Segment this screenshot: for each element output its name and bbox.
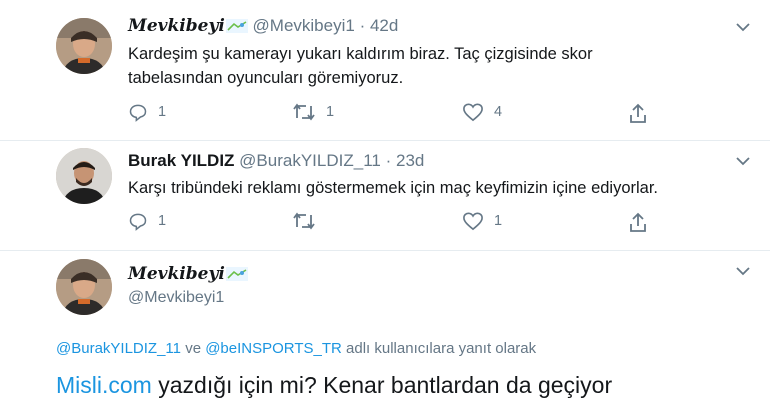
tweet-header: Mevkibeyi @Mevkibeyi1 · 42d bbox=[128, 16, 398, 38]
replying-to: @BurakYILDIZ_11 ve @beINSPORTS_TR adlı k… bbox=[56, 340, 536, 357]
avatar[interactable] bbox=[56, 148, 112, 204]
display-name[interactable]: Mevkibeyi bbox=[128, 264, 225, 284]
share-icon bbox=[630, 103, 646, 123]
tweet-text: yazdığı için mi? Kenar bantlardan da geç… bbox=[158, 372, 613, 398]
display-name[interactable]: Burak YILDIZ bbox=[128, 151, 234, 170]
like-button[interactable]: 1 bbox=[462, 211, 502, 231]
tweet-2[interactable]: Burak YILDIZ @BurakYILDIZ_11 · 23d Karşı… bbox=[0, 141, 770, 251]
tweet-text-line: Karşı tribündeki reklamı göstermemek içi… bbox=[128, 179, 659, 197]
reply-suffix: adlı kullanıcılara yanıt olarak bbox=[346, 340, 537, 357]
tweet-link[interactable]: Misli.com bbox=[56, 372, 152, 398]
timestamp[interactable]: 42d bbox=[370, 16, 398, 35]
chevron-down-icon[interactable] bbox=[736, 266, 750, 276]
separator-dot: · bbox=[385, 151, 392, 170]
handle[interactable]: @Mevkibeyi1 bbox=[253, 16, 355, 35]
tweet-text-line: Kardeşim şu kamerayı yukarı kaldırım bir… bbox=[128, 45, 593, 63]
timestamp[interactable]: 23d bbox=[396, 151, 424, 170]
chevron-down-icon[interactable] bbox=[736, 156, 750, 166]
tweet-text-line: tabelasından oyuncuları göremiyoruz. bbox=[128, 69, 404, 87]
reply-count: 1 bbox=[158, 104, 167, 120]
retweet-icon bbox=[293, 103, 315, 121]
like-button[interactable]: 4 bbox=[462, 102, 502, 122]
flag-icon bbox=[225, 18, 248, 38]
mention-link[interactable]: @beINSPORTS_TR bbox=[205, 340, 342, 357]
handle[interactable]: @Mevkibeyi1 bbox=[128, 289, 224, 307]
heart-icon bbox=[463, 103, 483, 122]
like-count: 1 bbox=[494, 213, 503, 229]
tweet-header: Burak YILDIZ @BurakYILDIZ_11 · 23d bbox=[128, 151, 424, 171]
reply-button[interactable]: 1 bbox=[128, 211, 166, 231]
chevron-down-icon[interactable] bbox=[736, 22, 750, 32]
reply-button[interactable]: 1 bbox=[128, 102, 166, 122]
reply-icon bbox=[129, 104, 147, 122]
tweet-header: Mevkibeyi bbox=[128, 264, 248, 286]
reply-count: 1 bbox=[158, 213, 167, 229]
separator-dot: · bbox=[359, 16, 366, 35]
handle[interactable]: @BurakYILDIZ_11 bbox=[239, 151, 381, 170]
share-icon bbox=[630, 212, 646, 232]
reply-conjunction: ve bbox=[185, 340, 202, 357]
retweet-icon bbox=[293, 212, 315, 230]
heart-icon bbox=[463, 212, 483, 231]
avatar[interactable] bbox=[56, 18, 112, 74]
avatar[interactable] bbox=[56, 259, 112, 315]
mention-link[interactable]: @BurakYILDIZ_11 bbox=[56, 340, 181, 357]
focused-tweet-text: Misli.com yazdığı için mi? Kenar bantlar… bbox=[56, 372, 612, 399]
tweet-1[interactable]: Mevkibeyi @Mevkibeyi1 · 42d Kardeşim şu … bbox=[0, 0, 770, 140]
tweet-text: Kardeşim şu kamerayı yukarı kaldırım bir… bbox=[128, 42, 593, 90]
like-count: 4 bbox=[494, 104, 503, 120]
retweet-button[interactable] bbox=[292, 211, 326, 231]
display-name[interactable]: Mevkibeyi bbox=[128, 16, 225, 36]
retweet-count: 1 bbox=[326, 104, 335, 120]
flag-icon bbox=[225, 266, 248, 286]
tweet-text: Karşı tribündeki reklamı göstermemek içi… bbox=[128, 176, 658, 200]
retweet-button[interactable]: 1 bbox=[292, 102, 334, 122]
share-button[interactable] bbox=[628, 102, 648, 124]
reply-icon bbox=[129, 213, 147, 231]
share-button[interactable] bbox=[628, 211, 648, 233]
